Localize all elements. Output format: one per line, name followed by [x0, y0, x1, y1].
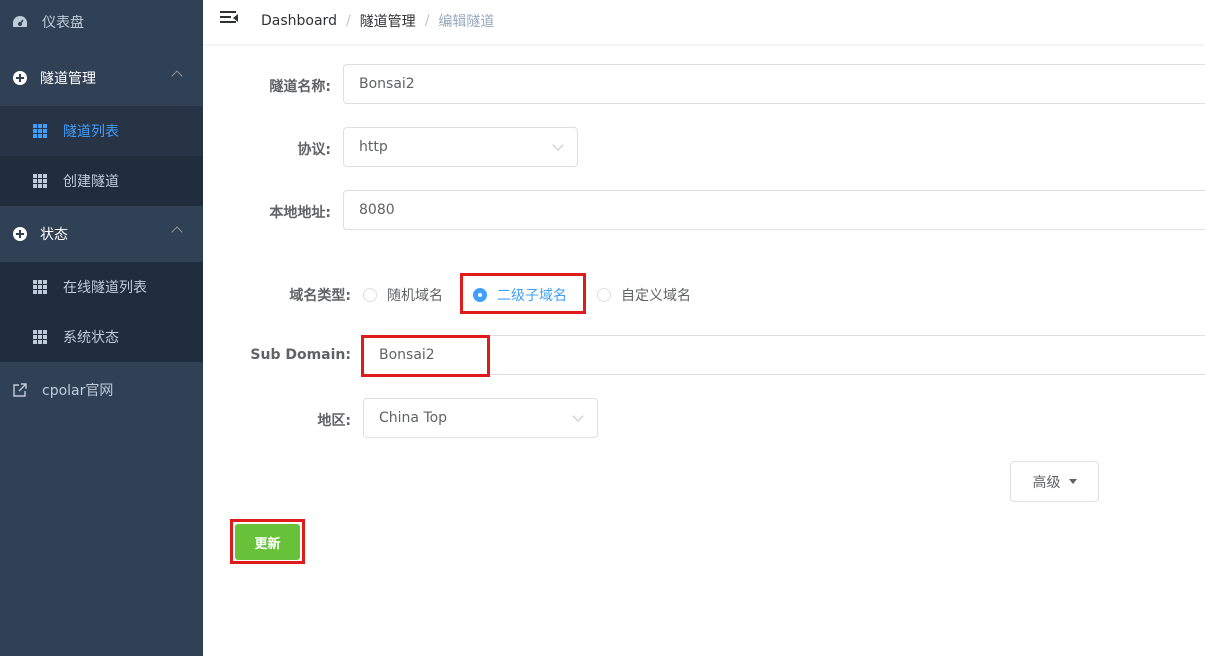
table-icon — [33, 330, 47, 344]
tunnel-name-input[interactable]: Bonsai2 — [343, 64, 1205, 104]
external-link-icon — [12, 382, 28, 398]
breadcrumb-separator: / — [345, 13, 351, 29]
menu-label-status: 状态 — [40, 227, 68, 243]
radio-label: 随机域名 — [387, 288, 443, 304]
sidebar-item-create-tunnel[interactable]: 创建隧道 — [0, 156, 203, 206]
submenu-tunnels: 隧道列表 创建隧道 — [0, 106, 203, 206]
table-icon — [33, 280, 47, 294]
radio-custom-domain[interactable]: 自定义域名 — [597, 285, 691, 305]
radio-circle — [363, 288, 377, 302]
submenu-status: 在线隧道列表 系统状态 — [0, 262, 203, 362]
menu-label-tunnel-management: 隧道管理 — [40, 71, 96, 87]
breadcrumb-current: 编辑隧道 — [438, 14, 495, 30]
status-icon — [12, 226, 28, 242]
highlight-box-update-button — [230, 519, 305, 564]
breadcrumb-dashboard[interactable]: Dashboard — [261, 13, 337, 29]
protocol-select[interactable]: http — [343, 127, 578, 167]
chevron-down-icon — [552, 139, 564, 151]
chevron-up-icon — [171, 70, 183, 82]
navbar: Dashboard / 隧道管理 / 编辑隧道 — [203, 0, 1205, 44]
sidebar-item-label: 系统状态 — [63, 330, 119, 346]
advanced-button[interactable]: 高级 — [1010, 461, 1099, 502]
table-icon — [33, 174, 47, 188]
menu-item-dashboard[interactable]: 仪表盘 — [0, 0, 203, 50]
caret-down-icon — [1068, 479, 1077, 484]
sidebar: 仪表盘 隧道管理 隧道列表 创建隧道 状态 在线隧道列表 系统状态 cpolar… — [0, 0, 203, 656]
sidebar-item-label: 隧道列表 — [63, 124, 119, 140]
domain-type-label: 域名类型: — [289, 288, 351, 304]
radio-circle — [597, 288, 611, 302]
chevron-up-icon — [171, 226, 183, 238]
menu-item-tunnel-management[interactable]: 隧道管理 — [0, 50, 203, 106]
breadcrumb-separator: / — [424, 13, 430, 29]
sidebar-item-online-tunnels[interactable]: 在线隧道列表 — [0, 262, 203, 312]
sidebar-item-label: 在线隧道列表 — [63, 280, 147, 296]
protocol-label: 协议: — [297, 142, 331, 158]
region-label: 地区: — [317, 413, 351, 429]
sidebar-item-system-status[interactable]: 系统状态 — [0, 312, 203, 362]
local-address-input[interactable]: 8080 — [343, 190, 1205, 230]
breadcrumb-tunnel-management[interactable]: 隧道管理 — [360, 11, 416, 31]
chevron-down-icon — [572, 410, 584, 422]
table-icon — [33, 124, 47, 138]
hamburger-icon[interactable] — [220, 11, 238, 27]
highlight-box-subdomain-radio — [460, 273, 586, 314]
highlight-box-subdomain-input — [361, 335, 490, 377]
sidebar-item-tunnel-list[interactable]: 隧道列表 — [0, 106, 203, 156]
menu-label-cpolar-site: cpolar官网 — [42, 383, 114, 399]
breadcrumb: Dashboard / 隧道管理 / 编辑隧道 — [261, 11, 494, 31]
protocol-value: http — [359, 139, 388, 155]
advanced-button-label: 高级 — [1032, 474, 1061, 491]
region-value: China Top — [379, 410, 448, 426]
menu-label-dashboard: 仪表盘 — [42, 15, 84, 31]
menu-item-cpolar-site[interactable]: cpolar官网 — [0, 362, 203, 418]
radio-random-domain[interactable]: 随机域名 — [363, 285, 443, 305]
dashboard-icon — [12, 14, 28, 30]
radio-label: 自定义域名 — [621, 288, 691, 304]
region-select[interactable]: China Top — [363, 398, 598, 438]
tunnel-icon — [12, 70, 28, 86]
subdomain-label: Sub Domain: — [250, 347, 351, 363]
tunnel-name-label: 隧道名称: — [269, 79, 331, 95]
sidebar-item-label: 创建隧道 — [63, 174, 119, 190]
menu-item-status[interactable]: 状态 — [0, 206, 203, 262]
local-address-label: 本地地址: — [269, 205, 331, 221]
